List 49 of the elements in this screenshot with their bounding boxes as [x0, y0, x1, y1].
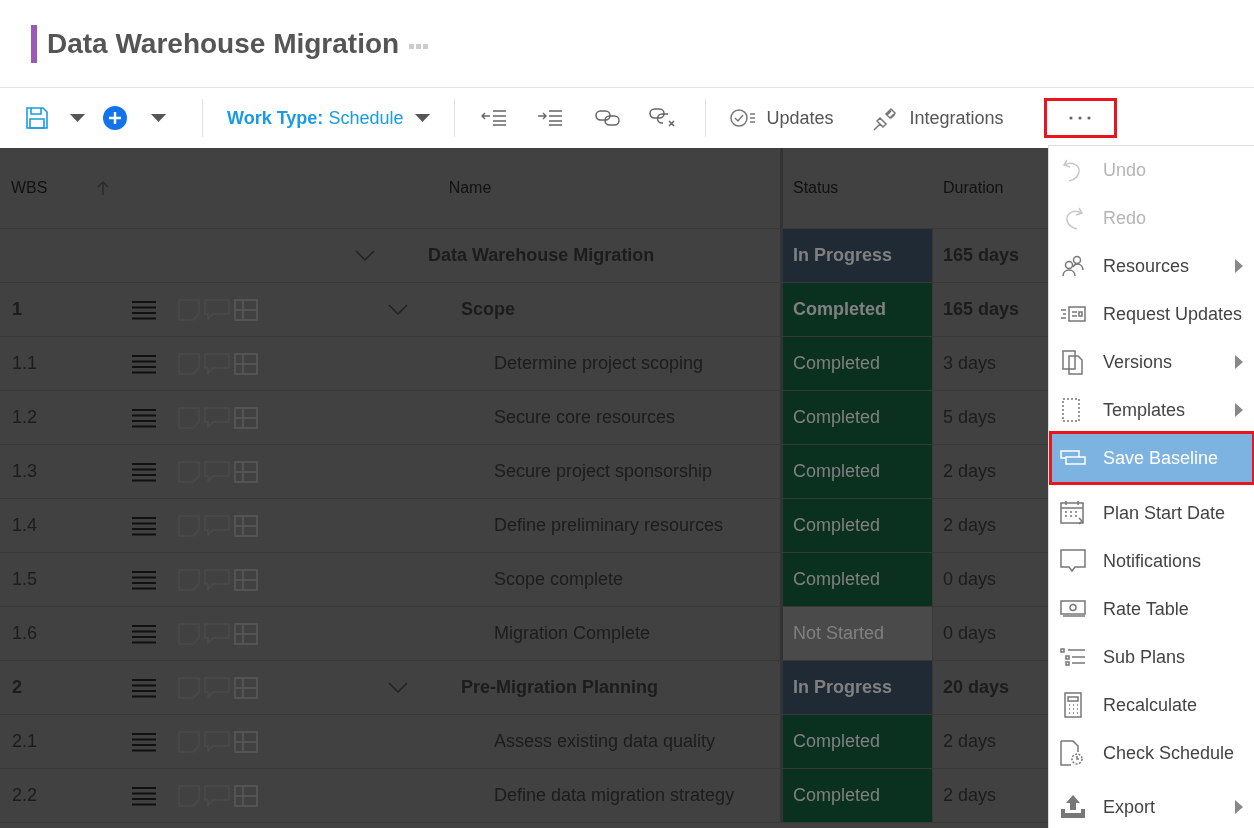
document-clock-icon [1060, 740, 1086, 766]
indent-icon [537, 110, 564, 126]
list-icon [1060, 648, 1086, 666]
status-cell: Completed [783, 769, 933, 822]
chevron-down-icon[interactable] [388, 303, 408, 316]
chevron-down-icon[interactable] [355, 249, 375, 262]
status-cell: Completed [783, 391, 933, 444]
check-circle-icon [730, 108, 757, 128]
status-cell: In Progress [783, 661, 933, 714]
more-icon[interactable] [409, 43, 430, 50]
hamburger-icon[interactable] [132, 461, 156, 482]
ellipsis-icon [1069, 116, 1092, 120]
hamburger-icon[interactable] [132, 623, 156, 644]
calendar-icon [1060, 500, 1086, 526]
updates-button[interactable]: Updates [720, 100, 844, 136]
caret-icon[interactable] [69, 114, 85, 122]
integrations-button[interactable]: Integrations [863, 100, 1014, 136]
more-button[interactable] [1043, 98, 1117, 138]
copies-icon [1061, 349, 1085, 375]
hamburger-icon[interactable] [132, 353, 156, 374]
unlink-icon [649, 107, 678, 129]
outdent-icon [481, 110, 508, 126]
status-cell: Completed [783, 337, 933, 390]
status-cell: Completed [783, 553, 933, 606]
hamburger-icon[interactable] [132, 731, 156, 752]
baseline-icon [1060, 450, 1086, 466]
chevron-down-icon[interactable] [388, 681, 408, 694]
form-icon [1060, 305, 1086, 323]
hamburger-icon[interactable] [132, 569, 156, 590]
hamburger-icon[interactable] [132, 677, 156, 698]
hamburger-icon[interactable] [132, 407, 156, 428]
status-cell: Completed [783, 715, 933, 768]
title-accent-bar [31, 24, 37, 63]
hamburger-icon[interactable] [132, 785, 156, 806]
speech-bubble-icon [1060, 549, 1086, 573]
hamburger-icon[interactable] [132, 515, 156, 536]
status-cell: Completed [783, 445, 933, 498]
banknote-icon [1060, 600, 1086, 618]
caret-icon[interactable] [150, 114, 166, 122]
status-cell: Completed [783, 499, 933, 552]
status-cell: In Progress [783, 229, 933, 282]
upload-icon [1060, 795, 1086, 819]
link-icon [595, 109, 622, 127]
page-title: Data Warehouse Migration [47, 27, 400, 60]
caret-icon[interactable] [415, 114, 431, 122]
status-cell: Completed [783, 283, 933, 336]
hamburger-icon[interactable] [132, 299, 156, 320]
people-icon [1061, 254, 1085, 278]
calculator-icon [1063, 692, 1083, 718]
